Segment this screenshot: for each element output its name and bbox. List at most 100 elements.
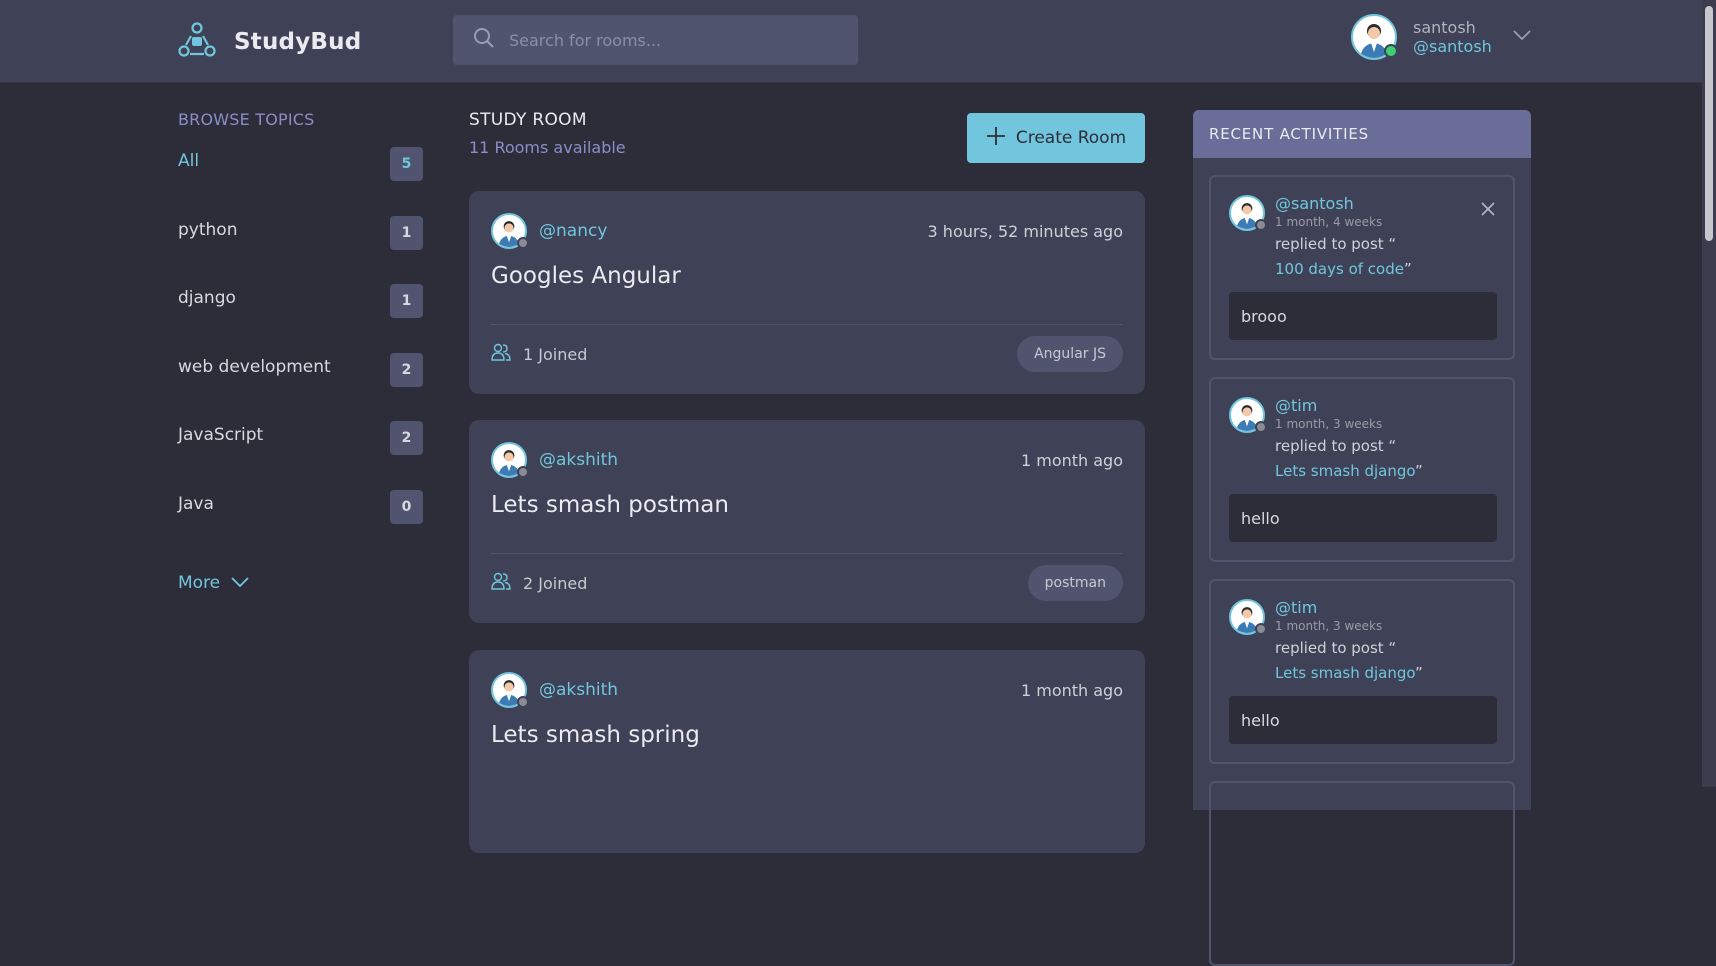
activity-room-name[interactable]: Lets smash django xyxy=(1275,664,1415,682)
create-room-label: Create Room xyxy=(1015,128,1127,148)
topic-count: 1 xyxy=(390,215,423,250)
divider xyxy=(491,553,1123,554)
avatar[interactable] xyxy=(1229,599,1267,635)
recent-activities-title: RECENT ACTIVITIES xyxy=(1193,110,1531,158)
activity-message: hello xyxy=(1229,494,1497,542)
room-card[interactable]: @nancy 3 hours, 52 minutes ago Googles A… xyxy=(469,191,1145,394)
activity-item: @tim 1 month, 3 weeks replied to post “ … xyxy=(1209,579,1515,764)
offline-status-dot xyxy=(517,466,529,478)
room-topic-tag[interactable]: postman xyxy=(1027,565,1123,601)
study-room-header: STUDY ROOM 11 Rooms available Create Roo… xyxy=(469,110,1145,163)
topic-label: web development xyxy=(178,356,331,377)
more-label: More xyxy=(178,573,221,593)
activity-room-link[interactable]: 100 days of code” xyxy=(1275,260,1412,278)
top-navbar: StudyBud santosh @santosh xyxy=(0,0,1716,83)
room-host-name[interactable]: @nancy xyxy=(539,221,607,241)
room-title[interactable]: Googles Angular xyxy=(491,263,681,289)
activity-item: @tim 1 month, 3 weeks replied to post “ … xyxy=(1209,377,1515,562)
browse-topics-title: BROWSE TOPICS xyxy=(178,110,315,129)
room-host[interactable]: @akshith xyxy=(491,672,618,708)
room-title[interactable]: Lets smash postman xyxy=(491,492,729,518)
activity-room-link[interactable]: Lets smash django” xyxy=(1275,664,1423,682)
topic-label: All xyxy=(178,151,200,171)
room-card[interactable]: @akshith 1 month ago Lets smash spring xyxy=(469,650,1145,853)
activity-item xyxy=(1209,781,1515,966)
room-host-name[interactable]: @akshith xyxy=(539,450,618,470)
close-icon[interactable] xyxy=(1481,201,1495,220)
activity-user[interactable]: @tim xyxy=(1275,396,1317,415)
avatar[interactable] xyxy=(491,442,529,478)
room-topic-tag[interactable]: Angular JS xyxy=(1017,336,1123,372)
joined-count: 1 Joined xyxy=(523,344,588,364)
room-participants: 1 Joined xyxy=(491,343,587,365)
activity-item: @santosh 1 month, 4 weeks replied to pos… xyxy=(1209,175,1515,360)
activity-time: 1 month, 3 weeks xyxy=(1275,619,1383,633)
joined-count: 2 Joined xyxy=(523,573,588,593)
room-host-name[interactable]: @akshith xyxy=(539,680,618,700)
avatar[interactable] xyxy=(491,213,529,249)
room-participants: 2 Joined xyxy=(491,572,587,594)
activity-text: replied to post “ xyxy=(1275,235,1397,253)
topic-item-django[interactable]: django 1 xyxy=(178,284,423,353)
offline-status-dot xyxy=(1255,623,1267,635)
offline-status-dot xyxy=(1255,219,1267,231)
offline-status-dot xyxy=(517,696,529,708)
logo-icon xyxy=(178,22,216,62)
topic-item-web-development[interactable]: web development 2 xyxy=(178,352,423,422)
closing-quote: ” xyxy=(1415,664,1423,682)
room-timestamp: 3 hours, 52 minutes ago xyxy=(927,222,1123,241)
scrollbar-thumb[interactable] xyxy=(1705,6,1713,241)
brand-logo[interactable]: StudyBud xyxy=(178,22,361,62)
search-box[interactable] xyxy=(453,15,858,65)
topics-sidebar: BROWSE TOPICS All 5 python 1 django 1 we… xyxy=(178,110,423,558)
activity-message: hello xyxy=(1229,696,1497,744)
more-topics-link[interactable]: More xyxy=(178,573,250,593)
avatar[interactable] xyxy=(1229,195,1267,231)
avatar[interactable] xyxy=(1229,397,1267,433)
offline-status-dot xyxy=(517,237,529,249)
topic-count: 5 xyxy=(390,147,423,181)
activity-room-link[interactable]: Lets smash django” xyxy=(1275,462,1423,480)
topic-count: 0 xyxy=(390,489,423,524)
activity-room-name[interactable]: Lets smash django xyxy=(1275,462,1415,480)
room-card[interactable]: @akshith 1 month ago Lets smash postman … xyxy=(469,420,1145,623)
page-scrollbar[interactable] xyxy=(1702,0,1716,787)
closing-quote: ” xyxy=(1415,462,1423,480)
chevron-down-icon[interactable] xyxy=(1512,26,1532,45)
activity-text: replied to post “ xyxy=(1275,639,1397,657)
divider xyxy=(491,324,1123,325)
activity-time: 1 month, 3 weeks xyxy=(1275,417,1383,431)
activity-user[interactable]: @tim xyxy=(1275,598,1317,617)
topic-item-all[interactable]: All 5 xyxy=(178,147,423,216)
room-timestamp: 1 month ago xyxy=(1020,681,1123,700)
search-icon xyxy=(453,27,495,53)
avatar[interactable] xyxy=(1351,14,1398,60)
room-timestamp: 1 month ago xyxy=(1020,451,1123,470)
topic-label: JavaScript xyxy=(178,425,264,445)
users-icon xyxy=(491,343,511,365)
offline-status-dot xyxy=(1255,421,1267,433)
room-host[interactable]: @nancy xyxy=(491,213,607,249)
activity-user[interactable]: @santosh xyxy=(1275,194,1354,213)
user-menu[interactable]: santosh @santosh xyxy=(1351,14,1531,60)
search-input[interactable] xyxy=(507,29,831,51)
brand-name: StudyBud xyxy=(234,29,362,55)
topic-count: 1 xyxy=(390,284,423,318)
topic-item-java[interactable]: Java 0 xyxy=(178,489,423,559)
topic-item-python[interactable]: python 1 xyxy=(178,215,423,285)
activity-message: brooo xyxy=(1229,292,1497,340)
user-name: santosh xyxy=(1413,18,1476,37)
topic-item-javascript[interactable]: JavaScript 2 xyxy=(178,421,423,490)
user-handle: @santosh xyxy=(1413,37,1492,56)
users-icon xyxy=(491,572,511,594)
topic-count: 2 xyxy=(390,421,423,455)
online-status-dot xyxy=(1384,44,1398,58)
room-host[interactable]: @akshith xyxy=(491,442,618,478)
activity-text: replied to post “ xyxy=(1275,437,1397,455)
activity-room-name[interactable]: 100 days of code xyxy=(1275,260,1404,278)
room-title[interactable]: Lets smash spring xyxy=(491,722,700,748)
create-room-button[interactable]: Create Room xyxy=(967,113,1145,163)
topic-label: django xyxy=(178,288,236,308)
topic-label: python xyxy=(178,219,238,240)
avatar[interactable] xyxy=(491,672,529,708)
